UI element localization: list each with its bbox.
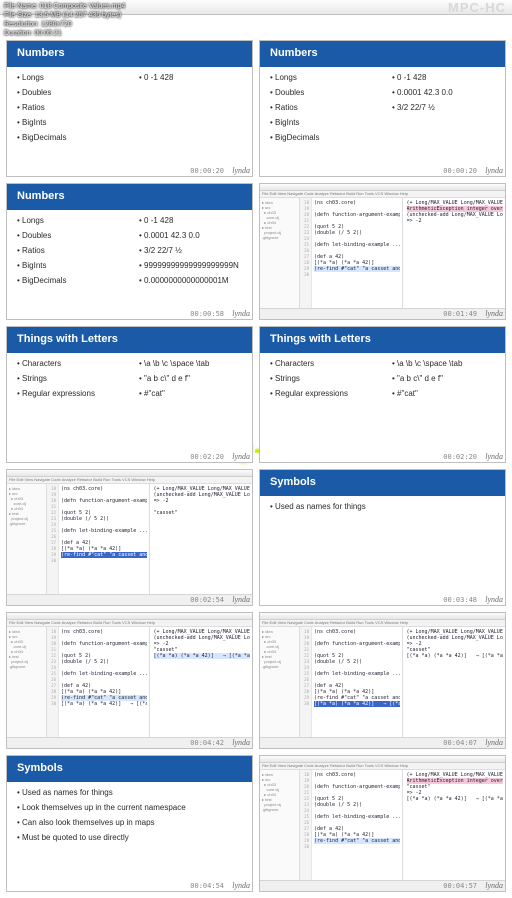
editor-right: (+ Long/MAX_VALUE Long/MAX_VALUE) Arithm…: [403, 198, 506, 309]
numbers-left: LongsDoublesRatiosBigIntsBigDecimals: [17, 73, 125, 148]
thumb-ide-4[interactable]: File Edit View Navigate Code Analyze Ref…: [259, 612, 506, 749]
editor-right: (+ Long/MAX_VALUE Long/MAX_VALUE) Arithm…: [403, 770, 506, 881]
file-meta-overlay: File Name: 018 Composite Values.mp4 File…: [4, 2, 125, 38]
slide-title: Numbers: [260, 41, 505, 67]
timecode: 00:02:20: [443, 453, 477, 461]
ide-titlebar: [260, 613, 505, 620]
slide-title: Numbers: [7, 41, 252, 67]
lynda-logo: lynda: [485, 738, 503, 747]
ide-menubar: File Edit View Navigate Code Analyze Ref…: [7, 620, 252, 627]
code-right: (+ Long/MAX_VALUE Long/MAX_VALUE) Arithm…: [407, 200, 504, 224]
thumb-symbols-2[interactable]: Symbols Used as names for thingsLook the…: [6, 755, 253, 892]
project-tree: ▸ idea ▸ src ▸ ch03 core.clj ▸ ch04 ▸ te…: [7, 627, 47, 738]
lynda-logo: lynda: [232, 166, 250, 175]
thumb-numbers-3[interactable]: Numbers LongsDoublesRatiosBigIntsBigDeci…: [6, 183, 253, 320]
slide-title: Things with Letters: [7, 327, 252, 353]
code-left: (ns ch03.core) (defn function-argument-e…: [314, 200, 400, 272]
lynda-logo: lynda: [232, 452, 250, 461]
numbers-right: 0 -1 4280.0001 42.3 0.03/2 22/7 ½9999999…: [139, 216, 247, 291]
lynda-logo: lynda: [232, 738, 250, 747]
ide-titlebar: [260, 184, 505, 191]
project-tree: ▸ idea ▸ src ▸ ch03 core.clj ▸ ch04 ▸ te…: [260, 198, 300, 309]
numbers-left: LongsDoublesRatiosBigIntsBigDecimals: [270, 73, 378, 148]
ide-menubar: File Edit View Navigate Code Analyze Ref…: [260, 763, 505, 770]
code-left: (ns ch03.core) (defn function-argument-e…: [61, 486, 147, 558]
thumb-numbers-2[interactable]: Numbers LongsDoublesRatiosBigIntsBigDeci…: [259, 40, 506, 177]
symbols-list: Used as names for thingsLook themselves …: [17, 788, 242, 848]
code-left: (ns ch03.core) (defn function-argument-e…: [314, 629, 400, 707]
code-right: (+ Long/MAX_VALUE Long/MAX_VALUE) (unche…: [407, 629, 504, 659]
ide-menubar: File Edit View Navigate Code Analyze Ref…: [260, 191, 505, 198]
letters-left: CharactersStringsRegular expressions: [270, 359, 378, 404]
ide-titlebar: [7, 613, 252, 620]
numbers-right: 0 -1 4280.0001 42.3 0.03/2 22/7 ½: [392, 73, 500, 148]
thumb-ide-5[interactable]: File Edit View Navigate Code Analyze Ref…: [259, 755, 506, 892]
timecode: 00:02:54: [190, 596, 224, 604]
thumb-letters-2[interactable]: Things with Letters CharactersStringsReg…: [259, 326, 506, 463]
project-tree: ▸ idea ▸ src ▸ ch03 core.clj ▸ ch04 ▸ te…: [260, 627, 300, 738]
letters-right: \a \b \c \space \tab"a b c\" d e f"#"cat…: [392, 359, 500, 404]
slide-title: Numbers: [7, 184, 252, 210]
thumb-numbers-1[interactable]: Numbers LongsDoublesRatiosBigIntsBigDeci…: [6, 40, 253, 177]
thumb-ide-1[interactable]: File Edit View Navigate Code Analyze Ref…: [259, 183, 506, 320]
gutter: 18 19 20 21 22 23 24 25 26 27 28 29 30: [300, 770, 312, 881]
ide-titlebar: [7, 470, 252, 477]
numbers-right: 0 -1 428: [139, 73, 247, 148]
project-tree: ▸ idea ▸ src ▸ ch03 core.clj ▸ ch04 ▸ te…: [7, 484, 47, 595]
timecode: 00:04:54: [190, 882, 224, 890]
editor-right: (+ Long/MAX_VALUE Long/MAX_VALUE) (unche…: [150, 627, 253, 738]
player-window: MPC-HC File Name: 018 Composite Values.m…: [0, 0, 512, 898]
lynda-logo: lynda: [485, 881, 503, 890]
ide-titlebar: [260, 756, 505, 763]
thumb-ide-3[interactable]: File Edit View Navigate Code Analyze Ref…: [6, 612, 253, 749]
timecode: 00:02:20: [190, 453, 224, 461]
timecode: 00:01:49: [443, 310, 477, 318]
code-right: (+ Long/MAX_VALUE Long/MAX_VALUE) (unche…: [154, 629, 251, 659]
lynda-logo: lynda: [232, 595, 250, 604]
gutter: 18 19 20 21 22 23 24 25 26 27 28 29 30: [300, 198, 312, 309]
timecode: 00:04:07: [443, 739, 477, 747]
slide-title: Things with Letters: [260, 327, 505, 353]
thumbnail-grid: Numbers LongsDoublesRatiosBigIntsBigDeci…: [6, 40, 506, 892]
code-left: (ns ch03.core) (defn function-argument-e…: [314, 772, 400, 844]
thumb-ide-2[interactable]: File Edit View Navigate Code Analyze Ref…: [6, 469, 253, 606]
editor-right: (+ Long/MAX_VALUE Long/MAX_VALUE) (unche…: [403, 627, 506, 738]
thumb-symbols-1[interactable]: Symbols Used as names for things 00:03:4…: [259, 469, 506, 606]
timecode: 00:00:20: [190, 167, 224, 175]
timecode: 00:00:20: [443, 167, 477, 175]
gutter: 18 19 20 21 22 23 24 25 26 27 28 29 30: [47, 627, 59, 738]
slide-title: Symbols: [7, 756, 252, 782]
lynda-logo: lynda: [485, 309, 503, 318]
editor-left: 18 19 20 21 22 23 24 25 26 27 28 29 30 (…: [47, 627, 150, 738]
timecode: 00:04:57: [443, 882, 477, 890]
editor-right: (+ Long/MAX_VALUE Long/MAX_VALUE) (unche…: [150, 484, 253, 595]
editor-left: 18 19 20 21 22 23 24 25 26 27 28 29 30 (…: [300, 198, 403, 309]
project-tree: ▸ idea ▸ src ▸ ch03 core.clj ▸ ch04 ▸ te…: [260, 770, 300, 881]
slide-title: Symbols: [260, 470, 505, 496]
code-left: (ns ch03.core) (defn function-argument-e…: [61, 629, 147, 707]
timecode: 00:03:48: [443, 596, 477, 604]
lynda-logo: lynda: [232, 309, 250, 318]
lynda-logo: lynda: [485, 452, 503, 461]
ide-menubar: File Edit View Navigate Code Analyze Ref…: [260, 620, 505, 627]
gutter: 18 19 20 21 22 23 24 25 26 27 28 29 30: [300, 627, 312, 738]
app-brand: MPC-HC: [448, 0, 506, 15]
timecode: 00:00:58: [190, 310, 224, 318]
gutter: 18 19 20 21 22 23 24 25 26 27 28 29 30: [47, 484, 59, 595]
letters-right: \a \b \c \space \tab"a b c\" d e f"#"cat…: [139, 359, 247, 404]
code-right: (+ Long/MAX_VALUE Long/MAX_VALUE) (unche…: [154, 486, 251, 516]
letters-left: CharactersStringsRegular expressions: [17, 359, 125, 404]
editor-left: 18 19 20 21 22 23 24 25 26 27 28 29 30 (…: [300, 770, 403, 881]
editor-left: 18 19 20 21 22 23 24 25 26 27 28 29 30 (…: [300, 627, 403, 738]
thumb-letters-1[interactable]: Things with Letters CharactersStringsReg…: [6, 326, 253, 463]
timecode: 00:04:42: [190, 739, 224, 747]
code-right: (+ Long/MAX_VALUE Long/MAX_VALUE) Arithm…: [407, 772, 504, 802]
ide-menubar: File Edit View Navigate Code Analyze Ref…: [7, 477, 252, 484]
lynda-logo: lynda: [232, 881, 250, 890]
lynda-logo: lynda: [485, 166, 503, 175]
symbols-list: Used as names for things: [270, 502, 495, 517]
numbers-left: LongsDoublesRatiosBigIntsBigDecimals: [17, 216, 125, 291]
editor-left: 18 19 20 21 22 23 24 25 26 27 28 29 30 (…: [47, 484, 150, 595]
lynda-logo: lynda: [485, 595, 503, 604]
